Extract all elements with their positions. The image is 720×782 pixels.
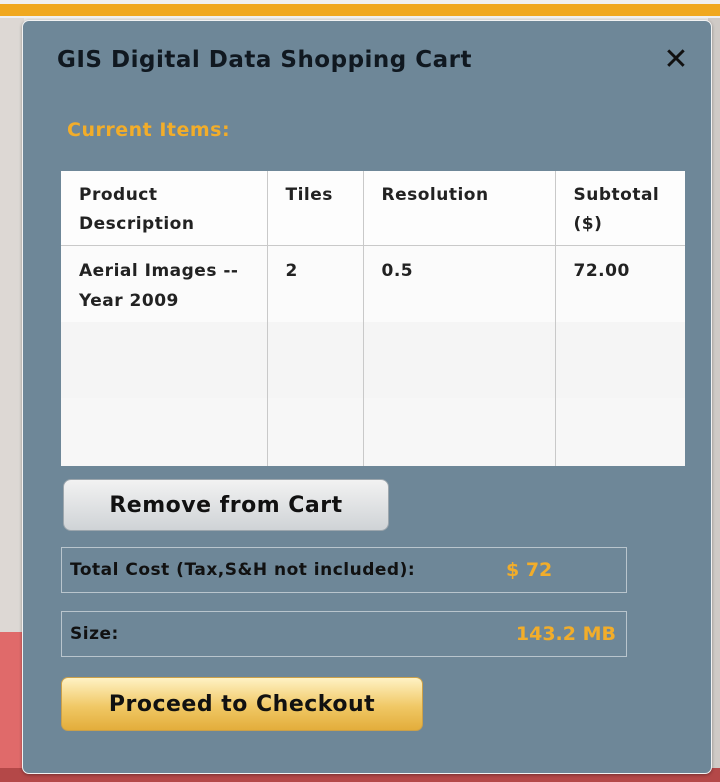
column-header-resolution: Resolution bbox=[363, 171, 556, 246]
size-box: Size: 143.2 MB bbox=[61, 611, 627, 657]
empty-table-row bbox=[61, 322, 685, 398]
empty-table-row bbox=[61, 398, 685, 466]
table-row[interactable]: Aerial Images -- Year 2009 2 0.5 72.00 bbox=[61, 245, 685, 322]
total-cost-label: Total Cost (Tax,S&H not included): bbox=[70, 560, 416, 580]
cell-tiles: 2 bbox=[267, 245, 364, 322]
close-icon[interactable]: ✕ bbox=[661, 45, 691, 75]
column-header-subtotal: Subtotal ($) bbox=[555, 171, 685, 246]
table-header-row: Product Description Tiles Resolution Sub… bbox=[61, 171, 685, 246]
cell-resolution: 0.5 bbox=[363, 245, 556, 322]
empty-cell bbox=[555, 322, 685, 398]
cell-product: Aerial Images -- Year 2009 bbox=[61, 245, 268, 322]
page-accent-stripe bbox=[0, 4, 720, 16]
empty-cell bbox=[363, 322, 556, 398]
empty-cell bbox=[61, 322, 268, 398]
empty-cell bbox=[61, 398, 268, 466]
empty-cell bbox=[267, 398, 364, 466]
total-cost-box: Total Cost (Tax,S&H not included): $ 72 bbox=[61, 547, 627, 593]
map-background-red-area bbox=[0, 632, 24, 782]
proceed-to-checkout-button[interactable]: Proceed to Checkout bbox=[61, 677, 423, 731]
cart-items-table: Product Description Tiles Resolution Sub… bbox=[61, 171, 685, 466]
empty-cell bbox=[363, 398, 556, 466]
total-cost-value: $ 72 bbox=[506, 559, 553, 581]
dialog-title: GIS Digital Data Shopping Cart bbox=[57, 47, 473, 73]
empty-cell bbox=[267, 322, 364, 398]
column-header-tiles: Tiles bbox=[267, 171, 364, 246]
shopping-cart-dialog: GIS Digital Data Shopping Cart ✕ Current… bbox=[22, 20, 712, 774]
size-label: Size: bbox=[70, 624, 119, 644]
cell-subtotal: 72.00 bbox=[555, 245, 685, 322]
size-value: 143.2 MB bbox=[515, 623, 616, 645]
remove-from-cart-button[interactable]: Remove from Cart bbox=[63, 479, 389, 531]
empty-cell bbox=[555, 398, 685, 466]
column-header-product: Product Description bbox=[61, 171, 268, 246]
current-items-label: Current Items: bbox=[67, 119, 231, 141]
